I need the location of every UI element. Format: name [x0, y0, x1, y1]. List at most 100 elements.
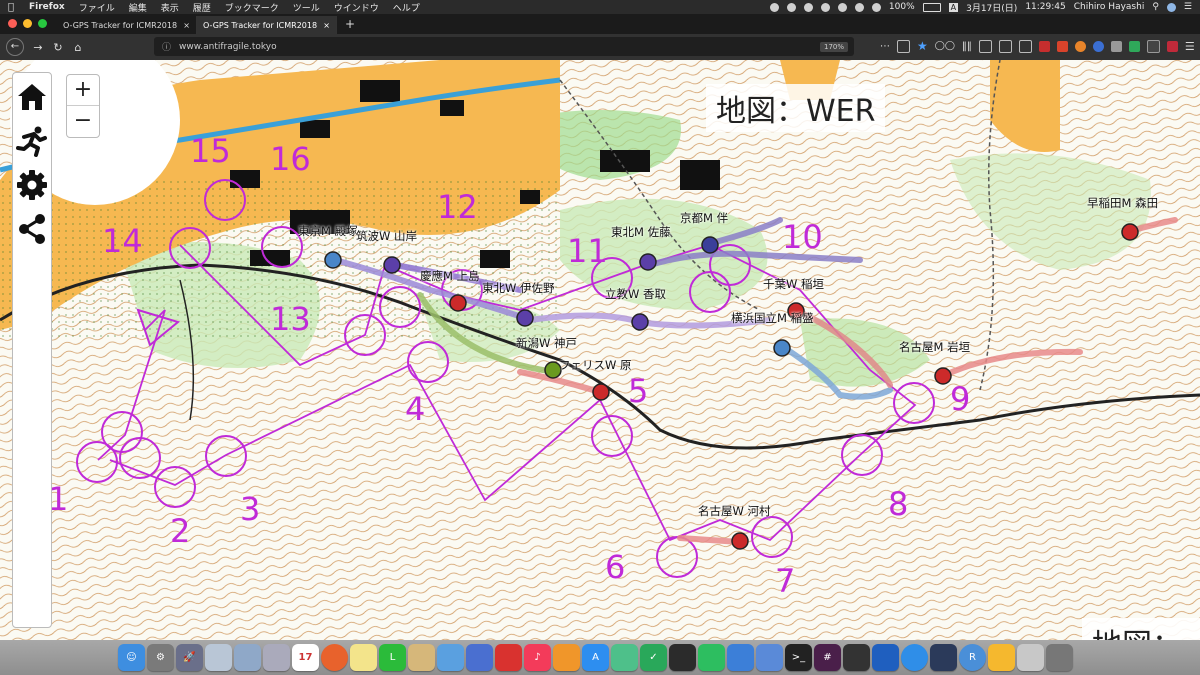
- url-text[interactable]: www.antifragile.tokyo: [179, 42, 277, 52]
- launchpad-icon[interactable]: 🚀: [176, 644, 203, 671]
- battery-icon[interactable]: [922, 2, 941, 12]
- menu-window[interactable]: ウインドウ: [327, 1, 386, 14]
- extension-icon[interactable]: [1074, 40, 1086, 52]
- new-tab-button[interactable]: +: [337, 17, 363, 34]
- back-button[interactable]: ←: [6, 38, 24, 56]
- bookmark-star-icon[interactable]: ★: [917, 39, 928, 53]
- runner-label[interactable]: 名古屋M 岩垣: [899, 339, 970, 355]
- home-button[interactable]: [14, 77, 50, 117]
- runner-label[interactable]: 東京M 殿塚: [298, 223, 358, 239]
- extension-icon[interactable]: [1018, 39, 1032, 53]
- status-icon[interactable]: [786, 2, 796, 12]
- runner-label[interactable]: 新潟W 神戸: [516, 335, 577, 351]
- menubar-user[interactable]: Chihiro Hayashi: [1074, 2, 1145, 12]
- menu-bookmarks[interactable]: ブックマーク: [218, 1, 286, 14]
- airplay-icon[interactable]: [837, 2, 847, 12]
- spotlight-icon[interactable]: ⚲: [1152, 2, 1159, 12]
- runner-label[interactable]: 東北W 伊佐野: [482, 280, 555, 296]
- orienteering-map[interactable]: 1 2 3 4 5 6 7 8 9 10 11 12 13 14 15 16 東…: [0, 60, 1200, 640]
- runner-button[interactable]: [14, 121, 50, 161]
- page-actions-icon[interactable]: ⋯: [880, 41, 890, 52]
- runner-label[interactable]: 横浜国立M 稲盛: [731, 310, 814, 326]
- zoom-in-button[interactable]: +: [67, 75, 99, 106]
- runner-label[interactable]: 名古屋W 河村: [698, 503, 771, 519]
- app-icon[interactable]: [872, 644, 899, 671]
- line-icon[interactable]: L: [379, 644, 406, 671]
- forward-button[interactable]: →: [28, 41, 48, 54]
- extension-icon[interactable]: [1056, 40, 1068, 52]
- app-store-icon[interactable]: A: [582, 644, 609, 671]
- app-icon[interactable]: [756, 644, 783, 671]
- menu-history[interactable]: 履歴: [186, 1, 218, 14]
- extension-icon[interactable]: [1128, 40, 1140, 52]
- numbers-icon[interactable]: [437, 644, 464, 671]
- extension-icon[interactable]: [1110, 40, 1122, 52]
- zoom-window-button[interactable]: [38, 19, 47, 28]
- close-window-button[interactable]: [8, 19, 17, 28]
- minimize-window-button[interactable]: [23, 19, 32, 28]
- textedit-icon[interactable]: [408, 644, 435, 671]
- app-icon[interactable]: [988, 644, 1015, 671]
- menu-edit[interactable]: 編集: [122, 1, 154, 14]
- wifi-icon[interactable]: [854, 2, 864, 12]
- trash-icon[interactable]: [1046, 644, 1073, 671]
- menu-file[interactable]: ファイル: [72, 1, 122, 14]
- system-preferences-icon[interactable]: ⚙: [147, 644, 174, 671]
- firefox-icon[interactable]: [321, 644, 348, 671]
- glasses-icon[interactable]: ◯◯: [935, 41, 955, 51]
- browser-tab-active[interactable]: O-GPS Tracker for ICMR2018 ~GPS ×: [197, 16, 337, 34]
- calendar-icon[interactable]: 17: [292, 644, 319, 671]
- menu-view[interactable]: 表示: [154, 1, 186, 14]
- volume-icon[interactable]: [871, 2, 881, 12]
- library-icon[interactable]: ‖‖: [962, 41, 972, 52]
- runner-label[interactable]: 早稲田M 森田: [1087, 195, 1158, 211]
- contacts-icon[interactable]: [263, 644, 290, 671]
- input-mode-indicator[interactable]: A: [948, 2, 959, 12]
- extension-icon[interactable]: [1146, 39, 1160, 53]
- r-icon[interactable]: R: [959, 644, 986, 671]
- books-icon[interactable]: [553, 644, 580, 671]
- document-icon[interactable]: [1017, 644, 1044, 671]
- notes-icon[interactable]: [350, 644, 377, 671]
- apple-icon[interactable]: : [0, 2, 22, 13]
- site-info-icon[interactable]: ⓘ: [162, 40, 171, 53]
- runner-label[interactable]: 千葉W 稲垣: [763, 276, 824, 292]
- zoom-out-button[interactable]: −: [67, 106, 99, 136]
- preview-icon[interactable]: [205, 644, 232, 671]
- creative-cloud-icon[interactable]: [495, 644, 522, 671]
- slack-icon[interactable]: #: [814, 644, 841, 671]
- close-tab-icon[interactable]: ×: [323, 21, 330, 30]
- battery-percent[interactable]: 100%: [889, 2, 915, 12]
- app-icon[interactable]: ✓: [640, 644, 667, 671]
- close-tab-icon[interactable]: ×: [183, 21, 190, 30]
- zoom-level-badge[interactable]: 170%: [819, 41, 848, 52]
- url-bar[interactable]: ⓘ www.antifragile.tokyo 170%: [154, 37, 854, 56]
- quicktime-icon[interactable]: [930, 644, 957, 671]
- status-icon[interactable]: [820, 2, 830, 12]
- safari-icon[interactable]: [901, 644, 928, 671]
- screenshot-icon[interactable]: [998, 39, 1012, 53]
- runner-label[interactable]: 立教W 香取: [605, 286, 666, 302]
- share-button[interactable]: [14, 209, 50, 249]
- runner-label[interactable]: 慶應M 上島: [420, 268, 480, 284]
- runner-label[interactable]: 京都M 伴: [680, 210, 728, 226]
- xcode-icon[interactable]: [727, 644, 754, 671]
- app-icon[interactable]: [611, 644, 638, 671]
- notification-center-icon[interactable]: ☰: [1184, 2, 1192, 12]
- runner-label[interactable]: 東北M 佐藤: [611, 224, 671, 240]
- status-icon[interactable]: [769, 2, 779, 12]
- extension-icon[interactable]: [1092, 40, 1104, 52]
- reload-button[interactable]: ↻: [48, 41, 68, 54]
- photos-viewer-icon[interactable]: [234, 644, 261, 671]
- settings-button[interactable]: [14, 165, 50, 205]
- finder-icon[interactable]: ☺: [118, 644, 145, 671]
- sidebar-icon[interactable]: [978, 39, 992, 53]
- extension-icon[interactable]: [1166, 40, 1178, 52]
- browser-tab[interactable]: O-GPS Tracker for ICMR2018 ~GPS ×: [57, 16, 197, 34]
- siri-icon[interactable]: [1166, 2, 1176, 12]
- pocket-icon[interactable]: [897, 39, 910, 53]
- menubar-date[interactable]: 3月17日(日): [966, 1, 1017, 14]
- music-icon[interactable]: ♪: [524, 644, 551, 671]
- evernote-icon[interactable]: [698, 644, 725, 671]
- keynote-icon[interactable]: [466, 644, 493, 671]
